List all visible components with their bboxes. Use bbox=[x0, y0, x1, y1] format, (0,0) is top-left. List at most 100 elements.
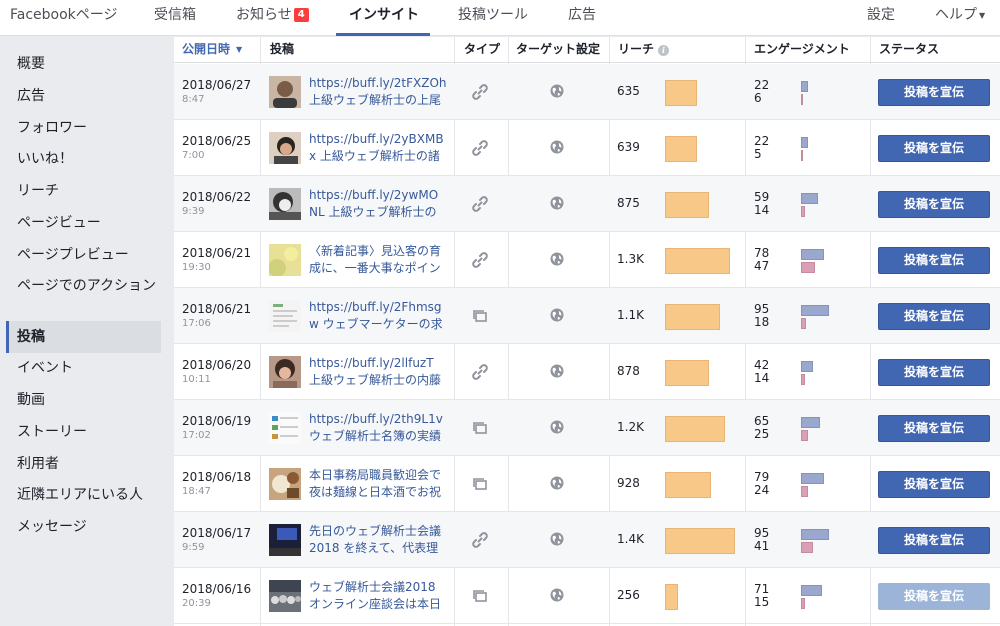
promote-post-button[interactable]: 投稿を宣伝 bbox=[878, 247, 990, 274]
promote-post-button[interactable]: 投稿を宣伝 bbox=[878, 583, 990, 610]
promote-post-button[interactable]: 投稿を宣伝 bbox=[878, 135, 990, 162]
reach-bar bbox=[665, 416, 725, 442]
sidebar-item-ads[interactable]: 広告 bbox=[6, 87, 161, 105]
post-thumbnail[interactable] bbox=[269, 580, 301, 612]
column-header-engagement[interactable]: エンゲージメント bbox=[746, 37, 850, 63]
publish-date: 2018/06/16 bbox=[182, 582, 252, 596]
reach-value: 635 bbox=[617, 84, 640, 98]
engagement-bar-reactions bbox=[801, 262, 815, 273]
post-thumbnail[interactable] bbox=[269, 244, 301, 276]
sidebar-item-likes[interactable]: いいね！ bbox=[6, 150, 161, 168]
globe-icon bbox=[550, 532, 564, 546]
globe-icon bbox=[550, 308, 564, 322]
globe-icon bbox=[550, 420, 564, 434]
post-link[interactable]: https://buff.ly/2yBXMBx 上級ウェブ解析士の諸 葉 bbox=[309, 131, 447, 165]
sidebar-item-local[interactable]: 近隣エリアにいる人 bbox=[6, 486, 161, 504]
promote-post-button[interactable]: 投稿を宣伝 bbox=[878, 527, 990, 554]
sidebar-item-events[interactable]: イベント bbox=[6, 359, 161, 377]
post-thumbnail[interactable] bbox=[269, 300, 301, 332]
engagement-values: 59 14 bbox=[754, 191, 769, 217]
nav-tab-ads[interactable]: 広告 bbox=[568, 0, 596, 36]
globe-icon bbox=[550, 84, 564, 98]
sidebar-item-reach[interactable]: リーチ bbox=[6, 182, 161, 200]
reach-bar bbox=[665, 360, 709, 386]
post-thumbnail[interactable] bbox=[269, 356, 301, 388]
table-row[interactable]: 2018/06/27 8:47 https://buff.ly/2tFXZOh … bbox=[174, 64, 1000, 120]
column-header-targeting[interactable]: ターゲット設定 bbox=[508, 37, 600, 63]
post-link[interactable]: 本日事務局職員歓迎会で夜は麺線と日本酒でお祝 bbox=[309, 467, 447, 501]
post-thumbnail[interactable] bbox=[269, 76, 301, 108]
sidebar-item-people[interactable]: 利用者 bbox=[6, 455, 161, 473]
table-row[interactable]: 2018/06/21 17:06 https://buff.ly/2Fhmsgw… bbox=[174, 288, 1000, 344]
publish-time: 17:06 bbox=[182, 318, 211, 329]
table-row[interactable]: 2018/06/19 17:02 https://buff.ly/2th9L1v… bbox=[174, 400, 1000, 456]
sidebar-item-messages[interactable]: メッセージ bbox=[6, 518, 161, 536]
column-header-reach[interactable]: リーチ i bbox=[610, 37, 670, 63]
sidebar-item-page-previews[interactable]: ページプレビュー bbox=[6, 246, 161, 264]
column-header-status[interactable]: ステータス bbox=[871, 37, 939, 63]
nav-tab-settings[interactable]: 設定 bbox=[867, 0, 895, 36]
post-thumbnail[interactable] bbox=[269, 132, 301, 164]
nav-tab-notifications[interactable]: お知らせ 4 bbox=[236, 0, 309, 36]
link-icon bbox=[470, 82, 490, 102]
sidebar-item-page-actions[interactable]: ページでのアクション bbox=[6, 277, 161, 295]
sidebar-item-videos[interactable]: 動画 bbox=[6, 391, 161, 409]
post-link[interactable]: 先日のウェブ解析士会議2018 を終えて、代表理事 bbox=[309, 523, 447, 557]
column-header-reach-label: リーチ bbox=[618, 42, 655, 56]
table-row[interactable]: 2018/06/17 9:59 先日のウェブ解析士会議2018 を終えて、代表理… bbox=[174, 512, 1000, 568]
promote-post-button[interactable]: 投稿を宣伝 bbox=[878, 79, 990, 106]
engagement-bar-clicks bbox=[801, 417, 820, 428]
sidebar-item-stories[interactable]: ストーリー bbox=[6, 423, 161, 441]
engagement-reactions: 25 bbox=[754, 427, 770, 441]
reach-value: 256 bbox=[617, 588, 640, 602]
engagement-bar-reactions bbox=[801, 150, 803, 161]
nav-tab-inbox[interactable]: 受信箱 bbox=[154, 0, 196, 36]
nav-tab-help-label: ヘルプ bbox=[935, 7, 977, 23]
table-row[interactable]: 2018/06/22 9:39 https://buff.ly/2ywMONL … bbox=[174, 176, 1000, 232]
table-row[interactable]: 2018/06/20 10:11 https://buff.ly/2llfuzT… bbox=[174, 344, 1000, 400]
chevron-down-icon: ▼ bbox=[979, 11, 986, 20]
column-header-post[interactable]: 投稿 bbox=[262, 37, 294, 63]
column-header-date[interactable]: 公開日時 ▼ bbox=[174, 37, 242, 63]
post-thumbnail[interactable] bbox=[269, 468, 301, 500]
engagement-bar-reactions bbox=[801, 430, 808, 441]
sidebar-item-posts[interactable]: 投稿 bbox=[6, 321, 161, 353]
table-row[interactable]: 2018/06/16 20:39 ウェブ解析士会議2018 オンライン座談会は本… bbox=[174, 568, 1000, 624]
promote-post-button[interactable]: 投稿を宣伝 bbox=[878, 471, 990, 498]
engagement-reactions: 5 bbox=[754, 147, 762, 161]
column-header-type[interactable]: タイプ bbox=[456, 37, 500, 63]
globe-icon bbox=[550, 476, 564, 490]
globe-icon bbox=[550, 252, 564, 266]
engagement-values: 22 5 bbox=[754, 135, 769, 161]
album-icon bbox=[470, 306, 490, 326]
post-thumbnail[interactable] bbox=[269, 524, 301, 556]
nav-tab-facebook-page[interactable]: Facebookページ bbox=[10, 0, 118, 36]
post-link[interactable]: https://buff.ly/2th9L1v ウェブ解析士名簿の実績登 bbox=[309, 411, 447, 445]
post-link[interactable]: https://buff.ly/2tFXZOh 上級ウェブ解析士の上尾 佳 bbox=[309, 75, 447, 109]
sidebar-item-page-views[interactable]: ページビュー bbox=[6, 214, 161, 232]
promote-post-button[interactable]: 投稿を宣伝 bbox=[878, 191, 990, 218]
post-link[interactable]: https://buff.ly/2Fhmsgw ウェブマーケターの求人 bbox=[309, 299, 447, 333]
sidebar-item-followers[interactable]: フォロワー bbox=[6, 119, 161, 137]
post-link[interactable]: 〈新着記事〉見込客の育成に、一番大事なポイン bbox=[309, 243, 447, 277]
table-row[interactable]: 2018/06/25 7:00 https://buff.ly/2yBXMBx … bbox=[174, 120, 1000, 176]
info-icon[interactable]: i bbox=[658, 45, 670, 56]
nav-tab-help[interactable]: ヘルプ ▼ bbox=[935, 0, 985, 36]
promote-post-button[interactable]: 投稿を宣伝 bbox=[878, 415, 990, 442]
post-link[interactable]: ウェブ解析士会議2018 オンライン座談会は本日21 bbox=[309, 579, 447, 613]
post-thumbnail[interactable] bbox=[269, 412, 301, 444]
sidebar-item-overview[interactable]: 概要 bbox=[6, 55, 161, 73]
table-row[interactable]: 2018/06/21 19:30 〈新着記事〉見込客の育成に、一番大事なポイン … bbox=[174, 232, 1000, 288]
engagement-bar-clicks bbox=[801, 473, 824, 484]
promote-post-button[interactable]: 投稿を宣伝 bbox=[878, 303, 990, 330]
nav-tab-insights[interactable]: インサイト bbox=[349, 0, 419, 36]
publish-time: 20:39 bbox=[182, 598, 211, 609]
album-icon bbox=[470, 418, 490, 438]
post-link[interactable]: https://buff.ly/2llfuzT 上級ウェブ解析士の内藤 千尋 bbox=[309, 355, 447, 389]
table-row[interactable]: 2018/06/18 18:47 本日事務局職員歓迎会で夜は麺線と日本酒でお祝 … bbox=[174, 456, 1000, 512]
publish-time: 19:30 bbox=[182, 262, 211, 273]
post-link[interactable]: https://buff.ly/2ywMONL 上級ウェブ解析士の桂川 bbox=[309, 187, 447, 221]
nav-tab-publishing-tools[interactable]: 投稿ツール bbox=[458, 0, 528, 36]
promote-post-button[interactable]: 投稿を宣伝 bbox=[878, 359, 990, 386]
post-thumbnail[interactable] bbox=[269, 188, 301, 220]
